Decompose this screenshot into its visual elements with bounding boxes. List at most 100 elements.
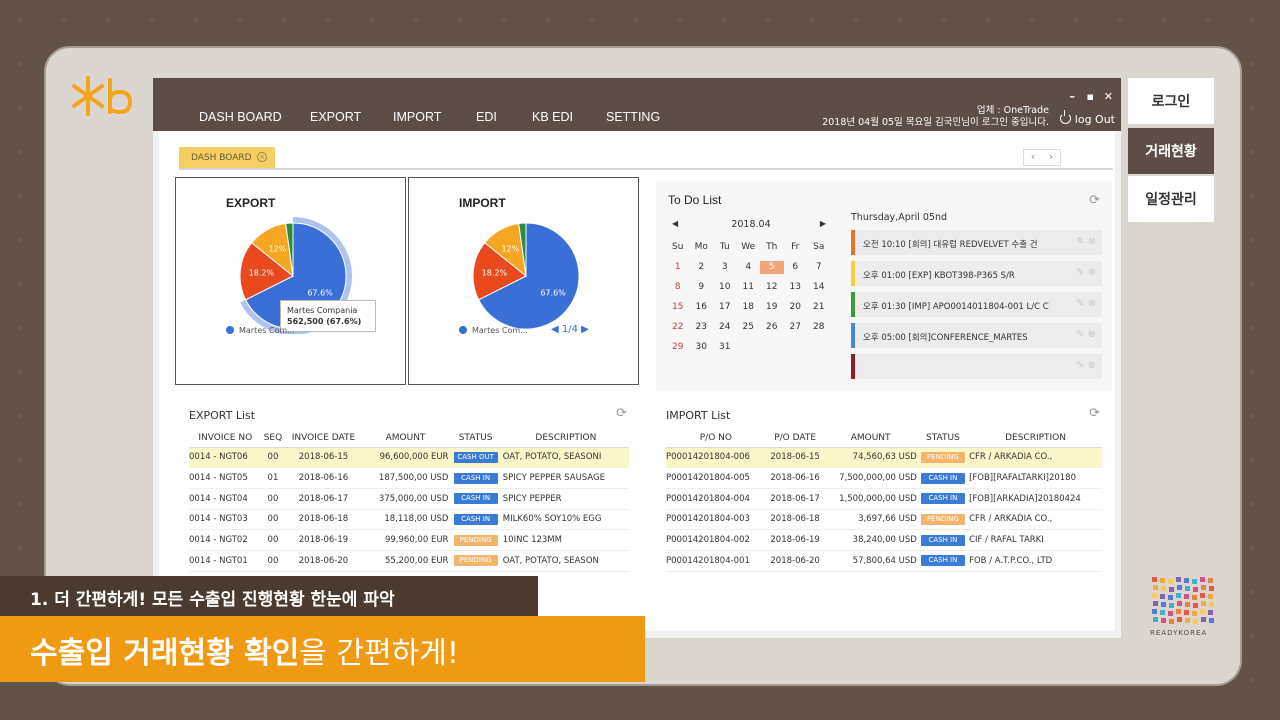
calendar-day[interactable]: 28 xyxy=(807,321,831,334)
table-row[interactable]: 0014 - NGT01 00 2018-06-20 55,200,00 EUR PEN… xyxy=(189,550,629,572)
chart-pager[interactable]: ◀ 1/4 ▶ xyxy=(551,324,589,335)
column-header[interactable]: P/O NO xyxy=(666,429,766,448)
calendar-day[interactable]: 26 xyxy=(760,321,784,334)
calendar-day[interactable]: 1 xyxy=(666,261,690,274)
calendar-day[interactable]: 16 xyxy=(690,301,714,314)
calendar-day[interactable]: 29 xyxy=(666,341,690,354)
edit-icon[interactable]: ✎ xyxy=(1076,236,1088,247)
calendar-grid: Su Mo Tu We Th Fr Sa 1 2 3 4 5 6 7 8 9 10 11 12 13 14 15 16 17 1… xyxy=(666,241,836,354)
calendar-day[interactable]: 9 xyxy=(690,281,714,294)
refresh-icon[interactable]: ⟳ xyxy=(1089,406,1100,421)
calendar-day[interactable]: 6 xyxy=(784,261,808,274)
side-tab-trade-status[interactable]: 거래현황 xyxy=(1128,128,1214,174)
calendar-day[interactable]: 8 xyxy=(666,281,690,294)
calendar-day[interactable]: 7 xyxy=(807,261,831,274)
calendar-day[interactable]: 31 xyxy=(713,341,737,354)
calendar-day[interactable]: 17 xyxy=(713,301,737,314)
refresh-icon[interactable]: ⟳ xyxy=(1089,193,1100,208)
column-header[interactable]: SEQ xyxy=(261,429,285,448)
calendar-day[interactable]: 10 xyxy=(713,281,737,294)
delete-icon[interactable]: ⊗ xyxy=(1088,298,1096,309)
calendar-day[interactable]: 25 xyxy=(737,321,761,334)
tab-prev-button[interactable]: ‹ xyxy=(1024,150,1042,165)
login-line: 2018년 04월 05일 목요일 김국민님이 로그인 중입니다. xyxy=(822,117,1049,128)
delete-icon[interactable]: ⊗ xyxy=(1088,329,1096,340)
calendar-day[interactable]: 13 xyxy=(784,281,808,294)
calendar-day[interactable]: 24 xyxy=(713,321,737,334)
table-row[interactable]: P00014201804-001 2018-06-20 57,800,64 USD C… xyxy=(666,550,1102,572)
next-month-button[interactable]: ▶ xyxy=(820,219,826,228)
caption-title-light: 을 간편하게! xyxy=(299,636,459,671)
calendar-day[interactable]: 14 xyxy=(807,281,831,294)
delete-icon[interactable]: ⊗ xyxy=(1088,267,1096,278)
table-row[interactable]: P00014201804-005 2018-06-16 7,500,000,00 U… xyxy=(666,467,1102,489)
prev-month-button[interactable]: ◀ xyxy=(672,219,678,228)
minimize-button[interactable]: – xyxy=(1070,90,1076,103)
todo-item[interactable]: ✎ ⊗ xyxy=(851,354,1102,379)
delete-icon[interactable]: ⊗ xyxy=(1088,360,1096,371)
calendar-day[interactable]: 22 xyxy=(666,321,690,334)
edit-icon[interactable]: ✎ xyxy=(1076,329,1088,340)
logout-button[interactable]: log Out xyxy=(1059,110,1115,126)
table-row[interactable]: P00014201804-003 2018-06-18 3,697,66 USD PE… xyxy=(666,509,1102,531)
nav-kb-edi[interactable]: KB EDI xyxy=(532,110,573,124)
nav-setting[interactable]: SETTING xyxy=(606,110,660,124)
nav-dashboard[interactable]: DASH BOARD xyxy=(199,110,282,124)
calendar-day[interactable]: 19 xyxy=(760,301,784,314)
nav-import[interactable]: IMPORT xyxy=(393,110,441,124)
calendar-day[interactable]: 12 xyxy=(760,281,784,294)
nav-export[interactable]: EXPORT xyxy=(310,110,361,124)
side-tab-login[interactable]: 로그인 xyxy=(1128,78,1214,124)
edit-icon[interactable]: ✎ xyxy=(1076,360,1088,371)
table-row[interactable]: 0014 - NGT05 01 2018-06-16 187,500,00 USD CA… xyxy=(189,467,629,489)
tab-next-button[interactable]: › xyxy=(1042,150,1060,165)
maximize-button[interactable]: ▪ xyxy=(1087,90,1094,103)
table-row[interactable]: 0014 - NGT04 00 2018-06-17 375,000,00 USD CA… xyxy=(189,488,629,510)
delete-icon[interactable]: ⊗ xyxy=(1088,236,1096,247)
calendar-day[interactable]: 2 xyxy=(690,261,714,274)
column-header[interactable]: AMOUNT xyxy=(824,429,917,448)
calendar-day[interactable]: 4 xyxy=(737,261,761,274)
table-row[interactable]: P00014201804-006 2018-06-15 74,560,63 USD P… xyxy=(666,447,1102,469)
column-header[interactable]: AMOUNT xyxy=(362,429,449,448)
logo-block xyxy=(1209,602,1214,607)
table-row[interactable]: 0014 - NGT06 00 2018-06-15 96,600,000 EUR CA… xyxy=(189,447,629,469)
tab-dashboard[interactable]: DASH BOARD × xyxy=(179,147,275,168)
table-cell: 00 xyxy=(261,447,285,469)
calendar-day[interactable]: 21 xyxy=(807,301,831,314)
table-row[interactable]: 0014 - NGT02 00 2018-06-19 99,960,00 EUR PEN… xyxy=(189,529,629,551)
edit-icon[interactable]: ✎ xyxy=(1076,298,1088,309)
edit-icon[interactable]: ✎ xyxy=(1076,267,1088,278)
todo-item[interactable]: 오후 01:00 [EXP] KBOT398-P365 S/R ✎ ⊗ xyxy=(851,261,1102,286)
table-row[interactable]: P00014201804-004 2018-06-17 1,500,000,00 U… xyxy=(666,488,1102,510)
side-tab-schedule[interactable]: 일정관리 xyxy=(1128,176,1214,222)
todo-item[interactable]: 오후 01:30 [IMP] APO0014011804-001 L/C C ✎ … xyxy=(851,292,1102,317)
column-header[interactable]: STATUS xyxy=(916,429,970,448)
column-header[interactable]: DESCRIPTION xyxy=(502,429,629,448)
calendar-day[interactable]: 18 xyxy=(737,301,761,314)
calendar-day[interactable]: 23 xyxy=(690,321,714,334)
todo-item[interactable]: 오전 10:10 [회의] 대유럽 REDVELVET 수출 건 ✎ ⊗ xyxy=(851,230,1102,255)
column-header[interactable]: STATUS xyxy=(448,429,503,448)
column-header[interactable]: DESCRIPTION xyxy=(969,429,1102,448)
chart-legend[interactable]: Martes Com... xyxy=(226,326,295,335)
column-header[interactable]: P/O DATE xyxy=(765,429,825,448)
import-pie-chart[interactable]: 67.6% 18.2% 12% xyxy=(464,214,604,334)
calendar-day[interactable]: 15 xyxy=(666,301,690,314)
table-row[interactable]: P00014201804-002 2018-06-19 38,240,00 USD C… xyxy=(666,529,1102,551)
tab-close-icon[interactable]: × xyxy=(257,152,267,162)
refresh-icon[interactable]: ⟳ xyxy=(616,406,627,421)
calendar-day[interactable]: 20 xyxy=(784,301,808,314)
table-row[interactable]: 0014 - NGT03 00 2018-06-18 18,118,00 USD CAS… xyxy=(189,509,629,531)
column-header[interactable]: INVOICE NO xyxy=(189,429,262,448)
calendar-day[interactable]: 5 xyxy=(760,261,784,274)
nav-edi[interactable]: EDI xyxy=(476,110,497,124)
calendar-day[interactable]: 3 xyxy=(713,261,737,274)
todo-item[interactable]: 오후 05:00 [회의]CONFERENCE_MARTES ✎ ⊗ xyxy=(851,323,1102,348)
calendar-day[interactable]: 27 xyxy=(784,321,808,334)
close-button[interactable]: ✕ xyxy=(1104,90,1113,103)
chart-legend[interactable]: Martes Com... xyxy=(459,326,528,335)
calendar-day[interactable]: 30 xyxy=(690,341,714,354)
column-header[interactable]: INVOICE DATE xyxy=(284,429,363,448)
calendar-day[interactable]: 11 xyxy=(737,281,761,294)
